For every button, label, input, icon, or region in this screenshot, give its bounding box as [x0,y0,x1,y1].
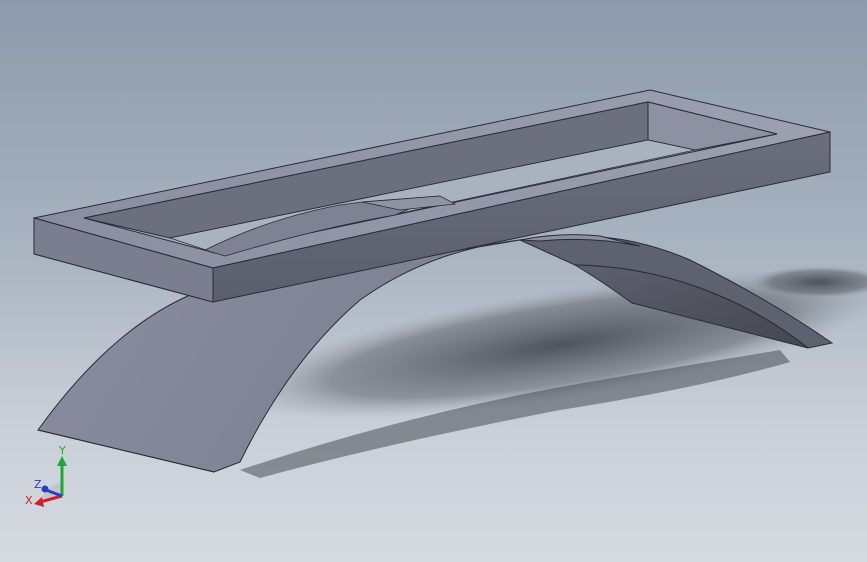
x-arrow-icon [34,497,44,507]
y-arrow-icon [57,456,67,466]
reference-triad: Y Z X [25,444,67,507]
y-axis-label: Y [58,444,66,457]
z-axis-label: Z [34,478,42,491]
graphics-viewport[interactable]: Y Z X [0,0,867,562]
x-axis-label: X [25,494,33,507]
z-arrow-icon [41,485,49,493]
model-view[interactable] [0,0,867,562]
